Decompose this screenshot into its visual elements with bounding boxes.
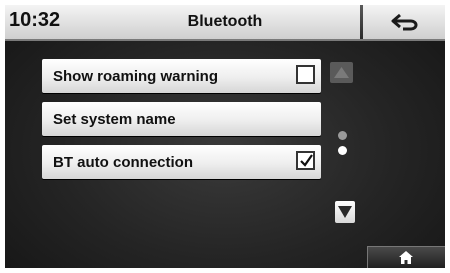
status-bar: 10:32 Bluetooth: [5, 5, 445, 41]
scroll-down-button[interactable]: [335, 201, 355, 223]
home-icon: [399, 251, 413, 264]
scroll-up-button[interactable]: [330, 62, 353, 83]
back-button[interactable]: [365, 5, 445, 39]
screen: 10:32 Bluetooth Show roaming warning Set…: [5, 5, 445, 268]
menu-item-bt-auto-connection[interactable]: BT auto connection: [42, 145, 321, 179]
home-button[interactable]: [367, 246, 445, 268]
menu-item-label: BT auto connection: [53, 154, 193, 171]
page-title: Bluetooth: [187, 13, 263, 30]
checkmark-icon: [300, 154, 313, 167]
clock: 10:32: [9, 9, 61, 31]
page-indicator-dot: [338, 131, 347, 140]
menu-item-label: Show roaming warning: [53, 68, 219, 85]
menu-item-show-roaming-warning[interactable]: Show roaming warning: [42, 59, 321, 93]
triangle-down-icon: [338, 206, 352, 218]
menu-item-set-system-name[interactable]: Set system name: [42, 102, 321, 136]
bt-auto-connection-checkbox[interactable]: [296, 151, 315, 170]
roaming-warning-checkbox[interactable]: [296, 65, 315, 84]
triangle-up-icon: [334, 67, 349, 78]
back-arrow-icon: [391, 13, 418, 31]
divider: [360, 5, 363, 39]
page-indicator-dot-active: [338, 146, 347, 155]
menu-item-label: Set system name: [53, 111, 176, 128]
